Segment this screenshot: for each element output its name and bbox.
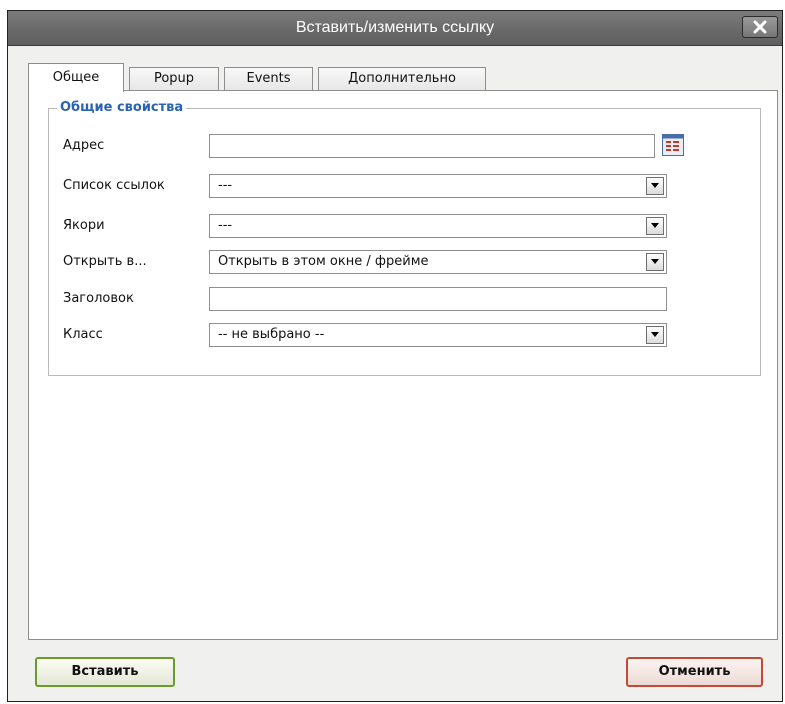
link-list-value: --- <box>218 178 233 193</box>
dialog-title: Вставить/изменить ссылку <box>295 19 495 36</box>
anchors-value: --- <box>218 218 233 233</box>
tab-popup[interactable]: Popup <box>129 67 219 91</box>
target-label: Открыть в... <box>63 254 147 269</box>
anchors-select[interactable]: --- <box>209 214 667 238</box>
tab-events[interactable]: Events <box>224 67 313 91</box>
title-label: Заголовок <box>63 291 134 306</box>
dropdown-arrow-icon[interactable] <box>646 217 664 235</box>
dialog-titlebar[interactable]: Вставить/изменить ссылку <box>8 11 782 46</box>
tab-advanced[interactable]: Дополнительно <box>318 67 486 91</box>
class-label: Класс <box>63 327 103 342</box>
tab-general[interactable]: Общее <box>28 63 124 92</box>
group-legend: Общие свойства <box>57 99 187 117</box>
insert-button[interactable]: Вставить <box>35 657 175 687</box>
general-properties-group: Общие свойства Адрес Список ссылок --- Я… <box>48 99 761 376</box>
dropdown-arrow-icon[interactable] <box>646 253 664 271</box>
class-value: -- не выбрано -- <box>218 327 325 342</box>
address-label: Адрес <box>63 138 105 153</box>
dropdown-arrow-icon[interactable] <box>646 326 664 344</box>
link-dialog: Вставить/изменить ссылку Общее Popup Eve… <box>7 10 783 702</box>
link-list-select[interactable]: --- <box>209 174 667 198</box>
anchors-label: Якори <box>63 218 105 233</box>
dropdown-arrow-icon[interactable] <box>646 177 664 195</box>
link-list-label: Список ссылок <box>63 178 165 193</box>
target-value: Открыть в этом окне / фрейме <box>218 254 429 269</box>
cancel-button[interactable]: Отменить <box>626 657 763 687</box>
title-input[interactable] <box>209 287 667 311</box>
address-input[interactable] <box>209 134 655 158</box>
close-icon <box>753 20 767 34</box>
tab-panel-general: Общие свойства Адрес Список ссылок --- Я… <box>28 90 778 640</box>
target-select[interactable]: Открыть в этом окне / фрейме <box>209 250 667 274</box>
class-select[interactable]: -- не выбрано -- <box>209 323 667 347</box>
file-browser-icon[interactable] <box>662 134 684 156</box>
close-button[interactable] <box>742 16 778 38</box>
